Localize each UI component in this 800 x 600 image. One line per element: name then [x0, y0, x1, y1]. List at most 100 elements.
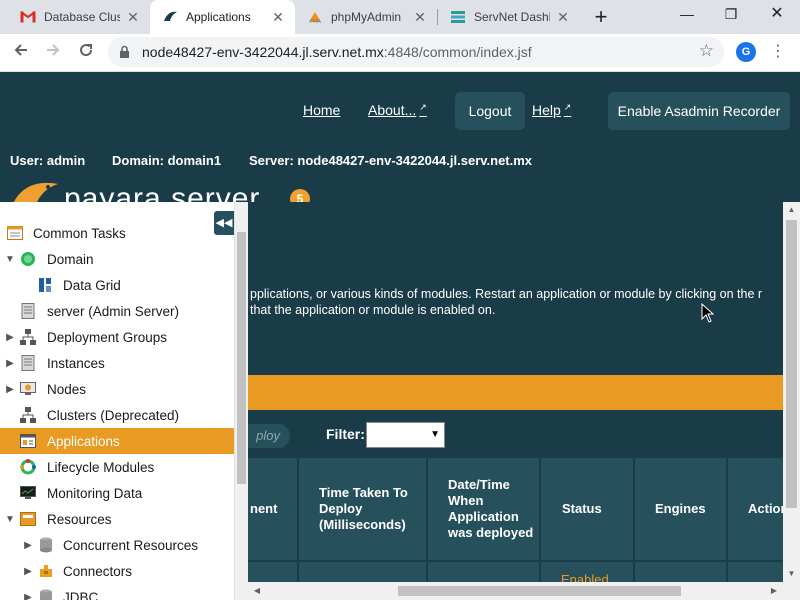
undeploy-button[interactable]: ploy [248, 424, 290, 448]
table-cell [728, 562, 783, 582]
logout-button[interactable]: Logout [455, 92, 525, 130]
reload-button[interactable] [73, 41, 99, 65]
main-horizontal-scrollbar[interactable]: ◀ ▶ [248, 582, 783, 600]
tree-item-nodes[interactable]: ▶ Nodes [0, 376, 234, 402]
chevron-right-icon[interactable]: ▶ [22, 592, 34, 600]
user-info: User: admin [10, 153, 86, 168]
enable-asadmin-recorder-button[interactable]: Enable Asadmin Recorder [608, 92, 790, 130]
close-window-button[interactable]: ✕ [754, 0, 800, 30]
lifecycle-icon [19, 458, 37, 476]
tab-database-cluster[interactable]: Database Clust ✕ [8, 0, 150, 34]
back-arrow-icon [14, 44, 27, 56]
back-button[interactable] [8, 41, 34, 65]
deployment-groups-icon [19, 328, 37, 346]
tree-item-applications[interactable]: Applications [0, 428, 234, 454]
chevron-down-icon: ▼ [430, 429, 440, 440]
scrollbar-thumb[interactable] [786, 220, 797, 508]
tree-item-label: JDBC [63, 589, 99, 600]
scrollbar-thumb[interactable] [398, 586, 681, 596]
tree-item-label: Connectors [63, 563, 133, 579]
tree-item-monitoring-data[interactable]: Monitoring Data [0, 480, 234, 506]
tree-item-label: Applications [47, 433, 120, 449]
tree-item-label: Instances [47, 355, 105, 371]
scrollbar-thumb[interactable] [237, 232, 246, 484]
tree-item-label: Common Tasks [33, 225, 126, 241]
scroll-left-arrow-icon[interactable]: ◀ [250, 583, 264, 599]
minimize-button[interactable]: — [664, 0, 710, 30]
svg-text:PMA: PMA [310, 19, 321, 24]
main-vertical-scrollbar[interactable]: ▲ ▼ [783, 202, 800, 582]
close-icon[interactable]: ✕ [556, 9, 570, 26]
applications-icon [19, 432, 37, 450]
collapse-tree-button[interactable]: ◀◀ [214, 211, 234, 235]
close-icon[interactable]: ✕ [413, 9, 427, 26]
help-link[interactable]: Help ↗ [532, 102, 571, 118]
new-tab-button[interactable]: + [588, 4, 614, 30]
tab-phpmyadmin[interactable]: PMA phpMyAdmin ✕ [295, 0, 437, 34]
close-icon[interactable]: ✕ [126, 9, 140, 26]
chevron-down-icon[interactable]: ▼ [4, 514, 16, 525]
column-header-action[interactable]: Action [728, 458, 783, 560]
scroll-up-arrow-icon[interactable]: ▲ [783, 202, 800, 218]
tree-item-label: Nodes [47, 381, 87, 397]
tree-item-label: server (Admin Server) [47, 303, 180, 319]
scroll-right-arrow-icon[interactable]: ▶ [767, 583, 781, 599]
tab-servnet-dashboard[interactable]: ServNet Dashb ✕ [438, 0, 580, 34]
external-link-icon: ↗ [419, 102, 427, 112]
bookmark-star-icon[interactable]: ☆ [699, 41, 714, 61]
tree-item-domain[interactable]: ▼ Domain [0, 246, 234, 272]
chevron-right-icon[interactable]: ▶ [4, 384, 16, 395]
column-header-time-taken[interactable]: Time Taken To Deploy (Milliseconds) [299, 458, 426, 560]
chevron-right-icon[interactable]: ▶ [22, 540, 34, 551]
about-link[interactable]: About... ↗ [368, 102, 427, 118]
chevron-right-icon[interactable]: ▶ [4, 332, 16, 343]
profile-avatar[interactable]: G [736, 42, 756, 62]
applications-table-header: nent Time Taken To Deploy (Milliseconds)… [248, 458, 783, 560]
tree-item-clusters[interactable]: Clusters (Deprecated) [0, 402, 234, 428]
instances-icon [19, 354, 37, 372]
tree-item-lifecycle-modules[interactable]: Lifecycle Modules [0, 454, 234, 480]
chevron-right-icon[interactable]: ▶ [4, 358, 16, 369]
tree-item-label: Concurrent Resources [63, 537, 199, 553]
table-title-bar [248, 375, 783, 410]
forward-button[interactable] [40, 41, 66, 65]
clusters-icon [19, 406, 37, 424]
tree-item-deployment-groups[interactable]: ▶ Deployment Groups [0, 324, 234, 350]
home-link[interactable]: Home [303, 102, 340, 118]
close-icon[interactable]: ✕ [271, 9, 285, 26]
reload-icon [80, 44, 93, 57]
tree-item-instances[interactable]: ▶ Instances [0, 350, 234, 376]
domain-icon [19, 250, 37, 268]
tree-item-jdbc[interactable]: ▶ JDBC [0, 584, 234, 600]
restore-button[interactable]: ❐ [708, 0, 754, 30]
browser-menu-icon[interactable]: ⋮ [770, 41, 786, 61]
table-cell [428, 562, 539, 582]
forward-arrow-icon [47, 44, 60, 56]
address-bar[interactable]: node48427-env-3422044.jl.serv.net.mx:484… [108, 37, 724, 67]
tree-item-concurrent-resources[interactable]: ▶ Concurrent Resources [0, 532, 234, 558]
column-header-deployment-order[interactable]: nent [248, 458, 297, 560]
column-header-status[interactable]: Status [541, 458, 633, 560]
tree-item-resources[interactable]: ▼ Resources [0, 506, 234, 532]
column-header-deployed-datetime[interactable]: Date/Time When Application was deployed [428, 458, 539, 560]
tree-item-label: Clusters (Deprecated) [47, 407, 180, 423]
resources-icon [19, 510, 37, 528]
tree-scrollbar[interactable] [234, 202, 248, 600]
server-icon [19, 302, 37, 320]
database-icon [37, 536, 55, 554]
tree-item-data-grid[interactable]: Data Grid [0, 272, 234, 298]
navigation-tree: Common Tasks ▼ Domain Data Grid server (… [0, 202, 234, 600]
chevron-down-icon[interactable]: ▼ [4, 254, 16, 265]
tasks-icon [6, 224, 24, 242]
filter-label: Filter: [326, 426, 365, 442]
column-header-engines[interactable]: Engines [635, 458, 726, 560]
mouse-cursor-icon [701, 303, 715, 323]
tree-item-connectors[interactable]: ▶ Connectors [0, 558, 234, 584]
tree-item-common-tasks[interactable]: Common Tasks [0, 220, 234, 246]
chevron-right-icon[interactable]: ▶ [22, 566, 34, 577]
scroll-down-arrow-icon[interactable]: ▼ [783, 566, 800, 582]
tree-item-server[interactable]: server (Admin Server) [0, 298, 234, 324]
tab-applications[interactable]: Applications ✕ [150, 0, 295, 34]
filter-select[interactable]: ▼ [366, 422, 445, 448]
server-info-bar: User: admin Domain: domain1 Server: node… [0, 153, 800, 169]
